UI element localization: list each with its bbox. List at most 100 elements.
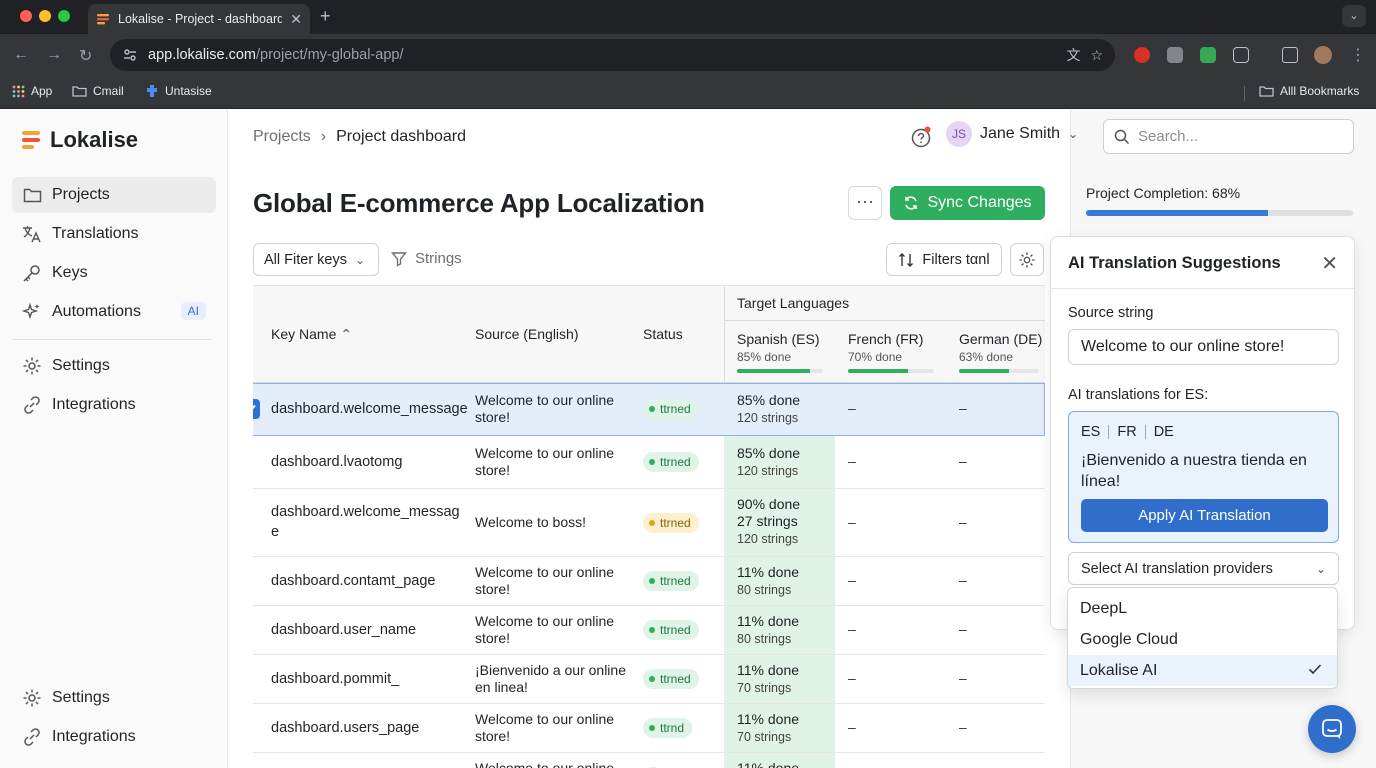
extension-media-icon[interactable] [1167, 47, 1183, 63]
source-string-field[interactable]: Welcome to our online store! [1068, 329, 1339, 365]
sidebar-item-settings[interactable]: Settings [12, 348, 216, 384]
row-de-cell[interactable]: – [959, 572, 967, 588]
table-row[interactable]: dashboard.lvaotomg Welcome to our online… [253, 436, 1045, 489]
tab-search-chevron-icon[interactable]: ⌄ [1342, 5, 1366, 27]
row-fr-cell[interactable]: – [848, 719, 856, 735]
sidebar-bottom-integrations[interactable]: Integrations [12, 719, 216, 755]
table-row[interactable]: dashboard.welcome_message Welcome to our… [253, 383, 1045, 436]
row-checkbox[interactable] [253, 399, 260, 419]
tab-de[interactable]: DE [1154, 424, 1174, 440]
address-bar[interactable]: app.lokalise.com/project/my-global-app/ … [110, 39, 1115, 71]
sidebar-item-automations[interactable]: Automations AI [12, 294, 216, 330]
row-key-name[interactable]: dashboard.pommit_ [271, 669, 466, 689]
search-input[interactable]: Search... [1103, 119, 1354, 154]
bookmark-app[interactable]: App [12, 84, 52, 98]
bookmark-star-icon[interactable]: ☆ [1090, 47, 1103, 64]
table-row[interactable]: Welcome to our online 11% done [253, 753, 1045, 768]
side-panel-icon[interactable] [1282, 47, 1298, 63]
row-key-name[interactable]: dashboard.contamt_page [271, 571, 466, 591]
row-es-cell[interactable]: 11% done 80 strings [737, 564, 799, 599]
sidebar-item-translations[interactable]: Translations [12, 216, 216, 252]
extension-shield-icon[interactable] [1134, 47, 1150, 63]
more-options-button[interactable]: ··· [848, 186, 882, 220]
row-key-name[interactable]: dashboard.user_name [271, 620, 466, 640]
table-settings-button[interactable] [1010, 243, 1044, 276]
table-row[interactable]: dashboard.welcome_messag e Welcome to bo… [253, 489, 1045, 557]
sidebar-item-projects[interactable]: Projects [12, 177, 216, 213]
provider-option-lokalise-ai[interactable]: Lokalise AI [1068, 655, 1337, 686]
row-es-cell[interactable]: 11% done 70 strings [737, 662, 799, 697]
ai-provider-select[interactable]: Select AI translation providers ⌄ [1068, 552, 1339, 585]
row-es-cell[interactable]: 90% done 27 strings 120 strings [737, 496, 800, 548]
strings-filter-button[interactable]: Strings [391, 250, 462, 267]
row-de-cell[interactable]: – [959, 719, 967, 735]
row-fr-cell[interactable]: – [848, 670, 856, 686]
table-row[interactable]: dashboard.contamt_page Welcome to our on… [253, 557, 1045, 606]
row-fr-cell[interactable]: – [848, 514, 856, 530]
window-minimize-button[interactable] [39, 10, 51, 22]
row-key-name[interactable]: dashboard.welcome_messag e [271, 502, 466, 542]
row-key-name[interactable]: dashboard.users_page [271, 718, 466, 738]
translate-page-icon[interactable]: 文 [1066, 45, 1080, 65]
lokalise-logo[interactable]: Lokalise [22, 127, 138, 153]
row-es-cell[interactable]: 11% done 80 strings [737, 613, 799, 648]
reload-icon[interactable]: ↻ [79, 46, 92, 66]
window-maximize-button[interactable] [58, 10, 70, 22]
column-source[interactable]: Source (English) [475, 326, 579, 342]
browser-tab[interactable]: Lokalise - Project - dashboard ✕ [88, 4, 310, 34]
extension-grammar-icon[interactable] [1200, 47, 1216, 63]
row-fr-cell[interactable]: – [848, 400, 856, 416]
row-de-cell[interactable]: – [959, 514, 967, 530]
support-chat-button[interactable] [1308, 705, 1356, 753]
tab-close-icon[interactable]: ✕ [290, 11, 302, 28]
row-de-cell[interactable]: – [959, 621, 967, 637]
sidebar-bottom-settings[interactable]: Settings [12, 680, 216, 716]
apply-ai-translation-button[interactable]: Apply AI Translation [1081, 499, 1328, 532]
close-icon[interactable]: ✕ [1321, 251, 1338, 276]
extensions-puzzle-icon[interactable] [1233, 47, 1249, 63]
row-key-name[interactable]: dashboard.welcome_message [271, 399, 468, 419]
sync-changes-button[interactable]: Sync Changes [890, 186, 1045, 220]
row-es-cell[interactable]: 11% done [737, 760, 799, 768]
row-de-cell[interactable]: – [959, 400, 967, 416]
provider-option-google-cloud[interactable]: Google Cloud [1068, 624, 1337, 655]
column-status[interactable]: Status [643, 326, 683, 342]
bookmark-untasise[interactable]: Untasise [145, 84, 212, 98]
row-fr-cell[interactable]: – [848, 621, 856, 637]
profile-avatar-icon[interactable] [1314, 46, 1332, 64]
site-settings-icon[interactable] [122, 47, 138, 63]
bookmark-cmail[interactable]: Cmail [72, 84, 124, 98]
tab-fr[interactable]: FR [1117, 424, 1136, 440]
sidebar-item-keys[interactable]: Keys [12, 255, 216, 291]
language-es-header[interactable]: Spanish (ES) [737, 331, 819, 347]
breadcrumb-projects[interactable]: Projects [253, 128, 311, 146]
help-icon[interactable] [910, 126, 932, 153]
filters-button[interactable]: Filters tαnl [886, 243, 1002, 276]
column-key-name[interactable]: Key Name ⌃ [271, 326, 352, 343]
user-menu[interactable]: JS Jane Smith ⌄ [946, 121, 1078, 147]
new-tab-icon[interactable]: + [320, 6, 331, 27]
language-de-header[interactable]: German (DE) [959, 331, 1042, 347]
row-de-cell[interactable]: – [959, 453, 967, 469]
row-fr-cell[interactable]: – [848, 572, 856, 588]
row-es-cell[interactable]: 85% done 120 strings [737, 392, 800, 427]
row-fr-cell[interactable]: – [848, 453, 856, 469]
table-row[interactable]: dashboard.pommit_ ¡Bienvenido a our onli… [253, 655, 1045, 704]
language-fr-header[interactable]: French (FR) [848, 331, 923, 347]
table-row[interactable]: dashboard.user_name Welcome to our onlin… [253, 606, 1045, 655]
row-es-cell[interactable]: 11% done 70 strings [737, 711, 799, 746]
forward-arrow-icon[interactable]: → [46, 46, 62, 64]
back-arrow-icon[interactable]: ← [13, 46, 29, 64]
all-bookmarks-button[interactable]: Alll Bookmarks [1259, 84, 1359, 98]
provider-option-deepl[interactable]: DeepL [1068, 593, 1337, 624]
sidebar-item-integrations[interactable]: Integrations [12, 387, 216, 423]
tab-es[interactable]: ES [1081, 424, 1100, 440]
window-close-button[interactable] [20, 10, 32, 22]
row-key-name[interactable]: dashboard.lvaotomg [271, 452, 466, 472]
es-strings: 80 strings [737, 583, 792, 597]
browser-menu-icon[interactable]: ⋮ [1350, 45, 1366, 65]
key-filter-select[interactable]: All Fiter keys ⌄ [253, 243, 379, 276]
row-es-cell[interactable]: 85% done 120 strings [737, 445, 800, 480]
row-de-cell[interactable]: – [959, 670, 967, 686]
table-row[interactable]: dashboard.users_page Welcome to our onli… [253, 704, 1045, 753]
